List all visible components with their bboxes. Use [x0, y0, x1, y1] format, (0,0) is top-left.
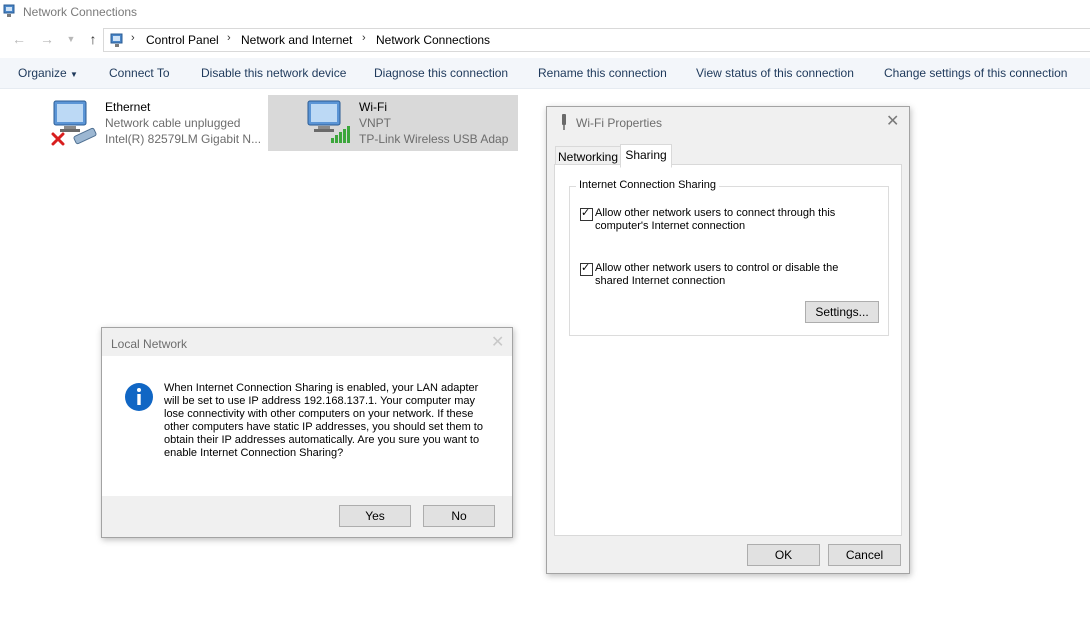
dropdown-arrow-icon: ▼	[70, 70, 78, 79]
rename-connection-button[interactable]: Rename this connection	[538, 66, 667, 80]
connection-name: Ethernet	[105, 100, 151, 114]
forward-arrow-icon[interactable]: →	[39, 31, 55, 47]
organize-menu[interactable]: Organize ▼	[18, 66, 78, 80]
wifi-properties-dialog: Wi-Fi Properties ✕ Networking Sharing In…	[546, 106, 910, 574]
network-connections-icon	[3, 4, 15, 17]
signal-strength-icon	[331, 126, 350, 143]
window-title: Network Connections	[23, 5, 138, 19]
close-icon[interactable]: ✕	[491, 335, 504, 351]
disconnected-x-icon	[51, 132, 65, 146]
back-arrow-icon[interactable]: ←	[11, 31, 27, 47]
local-network-dialog: Local Network ✕ When Internet Connection…	[101, 327, 513, 538]
tab-sharing[interactable]: Sharing	[620, 144, 672, 168]
address-bar[interactable]: › Control Panel › Network and Internet ›…	[103, 28, 1090, 52]
connection-status: Network cable unplugged	[105, 116, 241, 130]
cancel-button[interactable]: Cancel	[828, 544, 901, 566]
allow-connect-checkbox[interactable]: ✓	[580, 207, 593, 221]
close-icon[interactable]: ✕	[886, 114, 899, 130]
connect-to-button[interactable]: Connect To	[109, 66, 170, 80]
connection-name: Wi-Fi	[359, 100, 387, 114]
breadcrumb-network-and-internet[interactable]: Network and Internet	[241, 33, 352, 47]
ics-group: Internet Connection Sharing ✓ Allow othe…	[569, 179, 889, 336]
connection-device: Intel(R) 82579LM Gigabit N...	[105, 132, 262, 146]
dialog-title: Wi-Fi Properties	[576, 116, 663, 130]
connection-status: VNPT	[359, 116, 392, 130]
title-bar: Network Connections	[0, 0, 1090, 24]
checkmark-icon: ✓	[581, 262, 591, 274]
dialog-body: When Internet Connection Sharing is enab…	[102, 356, 512, 496]
breadcrumb-separator-icon: ›	[227, 32, 231, 44]
dialog-title: Local Network	[111, 337, 188, 351]
wifi-properties-icon	[562, 114, 566, 130]
diagnose-connection-button[interactable]: Diagnose this connection	[374, 66, 508, 80]
allow-control-label[interactable]: Allow other network users to control or …	[595, 262, 855, 288]
change-settings-button[interactable]: Change settings of this connection	[884, 66, 1067, 80]
disable-device-button[interactable]: Disable this network device	[201, 66, 346, 80]
control-panel-icon	[110, 33, 123, 47]
breadcrumb-separator-icon: ›	[362, 32, 366, 44]
command-bar: Organize ▼ Connect To Disable this netwo…	[0, 58, 1090, 89]
allow-connect-label[interactable]: Allow other network users to connect thr…	[595, 207, 855, 233]
up-arrow-icon[interactable]: ↑	[85, 31, 101, 47]
connection-ethernet[interactable]: Ethernet Network cable unplugged Intel(R…	[48, 95, 263, 151]
sharing-tab-panel: Internet Connection Sharing ✓ Allow othe…	[554, 164, 902, 536]
view-status-button[interactable]: View status of this connection	[696, 66, 854, 80]
dialog-message: When Internet Connection Sharing is enab…	[164, 382, 483, 459]
yes-button[interactable]: Yes	[339, 505, 411, 527]
ok-button[interactable]: OK	[747, 544, 820, 566]
breadcrumb-network-connections[interactable]: Network Connections	[376, 33, 490, 47]
ics-group-label: Internet Connection Sharing	[576, 179, 719, 191]
checkmark-icon: ✓	[581, 207, 591, 219]
settings-button[interactable]: Settings...	[805, 301, 879, 323]
allow-control-checkbox[interactable]: ✓	[580, 262, 593, 276]
breadcrumb-control-panel[interactable]: Control Panel	[146, 33, 219, 47]
no-button[interactable]: No	[423, 505, 495, 527]
information-icon	[125, 383, 153, 411]
connection-device: TP-Link Wireless USB Adap	[359, 132, 509, 146]
connection-wifi[interactable]: Wi-Fi VNPT TP-Link Wireless USB Adap	[268, 95, 518, 151]
recent-locations-chevron-icon[interactable]: ▼	[63, 31, 79, 47]
breadcrumb-separator-icon: ›	[131, 32, 135, 44]
organize-label: Organize	[18, 66, 67, 80]
